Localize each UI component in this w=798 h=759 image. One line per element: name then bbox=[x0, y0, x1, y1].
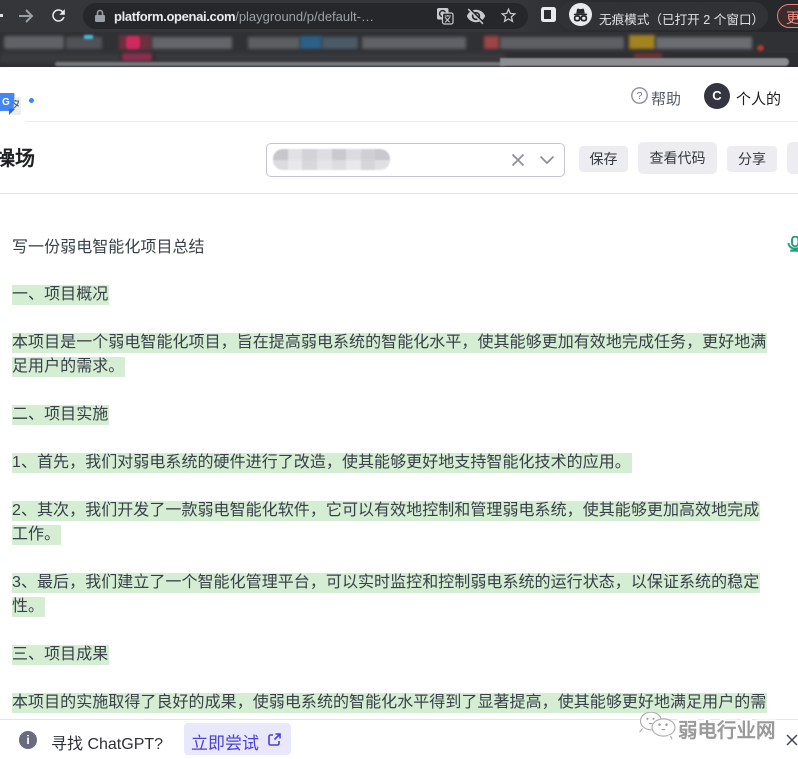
svg-text:?: ? bbox=[637, 90, 643, 102]
svg-text:弱电行业网: 弱电行业网 bbox=[678, 719, 776, 742]
